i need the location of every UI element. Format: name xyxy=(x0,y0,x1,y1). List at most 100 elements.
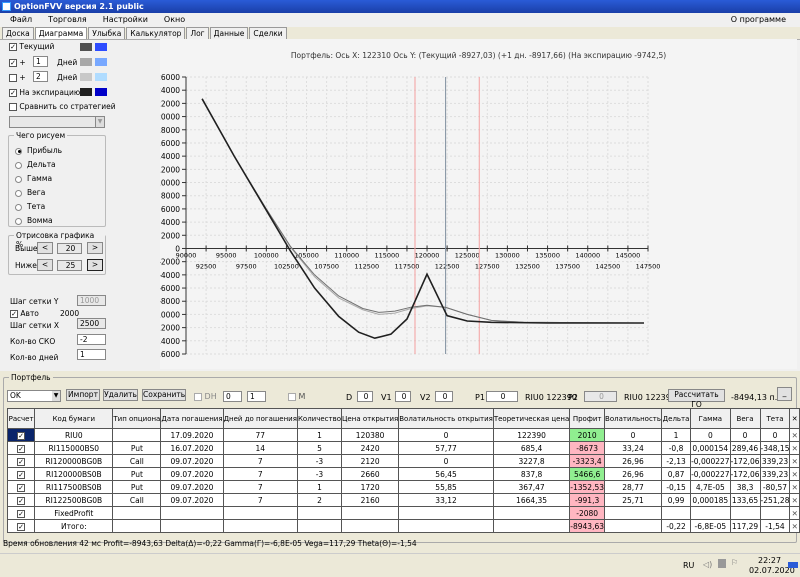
portfolio-select[interactable]: OK ▼ xyxy=(7,390,61,402)
tab-calculator[interactable]: Калькулятор xyxy=(126,27,186,39)
remove-row-button[interactable]: ✕ xyxy=(789,480,800,494)
calc-checkbox[interactable]: ✓ xyxy=(17,496,26,505)
tab-deals[interactable]: Сделки xyxy=(249,27,287,39)
tab-board[interactable]: Доска xyxy=(2,27,34,39)
flag-icon[interactable]: ⚐ xyxy=(731,558,738,567)
calc-checkbox-cell[interactable]: ✓ xyxy=(6,454,36,468)
calc-checkbox-cell[interactable]: ✓ xyxy=(6,506,36,520)
current-color-swatch-2[interactable] xyxy=(95,43,107,51)
days-count-input[interactable]: 1 xyxy=(77,349,106,360)
calc-checkbox-cell[interactable]: ✓ xyxy=(6,428,36,442)
calc-checkbox[interactable]: ✓ xyxy=(17,470,26,479)
calc-checkbox[interactable]: ✓ xyxy=(17,509,26,518)
plus1-color-swatch[interactable] xyxy=(80,58,92,66)
grid-y-input[interactable]: 1000 xyxy=(77,295,106,306)
menu-file[interactable]: Файл xyxy=(10,15,32,24)
tab-diagram[interactable]: Диаграмма xyxy=(34,27,88,39)
volume-icon[interactable]: ◁) xyxy=(703,560,712,569)
remove-row-button[interactable]: ✕ xyxy=(789,506,800,520)
remove-row-button[interactable]: ✕ xyxy=(789,467,800,481)
m-checkbox[interactable] xyxy=(288,392,296,401)
menu-settings[interactable]: Настройки xyxy=(103,15,148,24)
tab-data[interactable]: Данные xyxy=(209,27,249,39)
table-row[interactable]: ✓ RI122500BG0B Call 09.07.2020 7 2 2160 33,12 16… xyxy=(6,493,800,507)
table-row[interactable]: ✓ RI115000BS0 Put 16.07.2020 14 5 2420 57,77 685… xyxy=(6,441,800,455)
plus2-checkbox[interactable] xyxy=(9,74,17,82)
plus1-days-input[interactable]: 1 xyxy=(33,56,48,67)
remove-row-button[interactable]: ✕ xyxy=(789,493,800,507)
calc-checkbox[interactable]: ✓ xyxy=(17,431,26,440)
calc-checkbox-cell[interactable]: ✓ xyxy=(6,519,36,533)
draw-option-radio[interactable]: Гамма xyxy=(15,172,62,186)
above-increase-button[interactable]: > xyxy=(87,242,103,254)
draw-option-radio[interactable]: Тета xyxy=(15,200,62,214)
expiry-color-swatch[interactable] xyxy=(80,88,92,96)
draw-option-radio[interactable]: Прибыль xyxy=(15,144,62,158)
table-row[interactable]: ✓ RIU0 17.09.2020 77 1 120380 0 122390 2010 0 1 0 0 0… xyxy=(6,428,800,442)
dh-spinner-b[interactable]: 1 xyxy=(247,391,266,402)
calc-go-button[interactable]: Рассчитать ГО xyxy=(668,389,725,409)
menu-trading[interactable]: Торговля xyxy=(48,15,87,24)
pnl-chart[interactable]: 26000 24000 22000 20000 18000 16000 14000 12000… xyxy=(160,39,797,369)
below-decrease-button[interactable]: < xyxy=(37,259,53,271)
network-icon[interactable] xyxy=(718,559,726,568)
current-color-swatch[interactable] xyxy=(80,43,92,51)
draw-option-radio[interactable]: Дельта xyxy=(15,158,62,172)
menu-window[interactable]: Окно xyxy=(164,15,185,24)
above-input[interactable]: 20 xyxy=(57,243,82,254)
remove-row-button[interactable]: ✕ xyxy=(789,454,800,468)
calc-checkbox-cell[interactable]: ✓ xyxy=(6,467,36,481)
grid-x-input[interactable]: 2500 xyxy=(77,318,106,329)
plus1-color-swatch-2[interactable] xyxy=(95,58,107,66)
sko-input[interactable]: -2 xyxy=(77,334,106,345)
auto-checkbox[interactable]: ✓ xyxy=(10,310,18,318)
strategy-select[interactable]: ▼ xyxy=(9,116,105,128)
v1-input[interactable]: 0 xyxy=(395,391,411,402)
remove-row-button[interactable]: ✕ xyxy=(789,428,800,442)
remove-row-button[interactable]: ✕ xyxy=(789,519,800,533)
draw-option-radio[interactable]: Вомма xyxy=(15,214,62,228)
calc-checkbox[interactable]: ✓ xyxy=(17,457,26,466)
dh-checkbox[interactable] xyxy=(194,392,202,401)
language-indicator[interactable]: RU xyxy=(683,561,694,570)
show-desktop-icon[interactable] xyxy=(788,562,798,568)
current-checkbox[interactable]: ✓ xyxy=(9,43,17,51)
save-button[interactable]: Сохранить xyxy=(142,389,186,401)
expiry-checkbox[interactable]: ✓ xyxy=(9,89,17,97)
plus1-checkbox[interactable]: ✓ xyxy=(9,59,17,67)
plus2-color-swatch[interactable] xyxy=(80,73,92,81)
calc-checkbox[interactable]: ✓ xyxy=(17,483,26,492)
expiry-color-swatch-2[interactable] xyxy=(95,88,107,96)
d-input[interactable]: 0 xyxy=(357,391,373,402)
draw-option-radio[interactable]: Вега xyxy=(15,186,62,200)
plus2-color-swatch-2[interactable] xyxy=(95,73,107,81)
minimize-panel-button[interactable]: _ xyxy=(777,387,792,401)
menu-about[interactable]: О программе xyxy=(731,13,786,27)
below-increase-button[interactable]: > xyxy=(87,259,103,271)
p1-input[interactable]: 0 xyxy=(486,391,518,402)
calc-checkbox-cell[interactable]: ✓ xyxy=(6,493,36,507)
compare-checkbox[interactable] xyxy=(9,103,17,111)
table-row[interactable]: ✓ Итого: -8943,63 -0,22 -6,8E-05 117,29 -1,54 ✕ xyxy=(6,519,800,533)
remove-row-button[interactable]: ✕ xyxy=(789,441,800,455)
plus2-days-input[interactable]: 2 xyxy=(33,71,48,82)
calc-checkbox-cell[interactable]: ✓ xyxy=(6,441,36,455)
clock-time[interactable]: 22:27 xyxy=(758,556,781,565)
table-row[interactable]: ✓ RI120000BG0B Call 09.07.2020 7 -3 2120 0 3227,… xyxy=(6,454,800,468)
below-input[interactable]: 25 xyxy=(57,260,82,271)
tab-log[interactable]: Лог xyxy=(186,27,209,39)
calc-checkbox[interactable]: ✓ xyxy=(17,444,26,453)
table-row[interactable]: ✓ RI117500BS0B Put 09.07.2020 7 1 1720 55,85 367… xyxy=(6,480,800,494)
calc-checkbox[interactable]: ✓ xyxy=(17,522,26,531)
import-button[interactable]: Импорт xyxy=(66,389,100,401)
tab-smile[interactable]: Улыбка xyxy=(88,27,126,39)
calc-checkbox-cell[interactable]: ✓ xyxy=(6,480,36,494)
delete-button[interactable]: Удалить xyxy=(103,389,138,401)
dh-spinner-a[interactable]: 0 xyxy=(223,391,242,402)
above-decrease-button[interactable]: < xyxy=(37,242,53,254)
table-row[interactable]: ✓ RI120000BS0B Put 09.07.2020 7 -3 2660 56,45 83… xyxy=(6,467,800,481)
column-header[interactable]: ✕ xyxy=(789,408,800,429)
table-row[interactable]: ✓ FixedProfit -2080 ✕ xyxy=(6,506,800,520)
v2-input[interactable]: 0 xyxy=(435,391,453,402)
p2-input[interactable]: 0 xyxy=(584,391,617,402)
